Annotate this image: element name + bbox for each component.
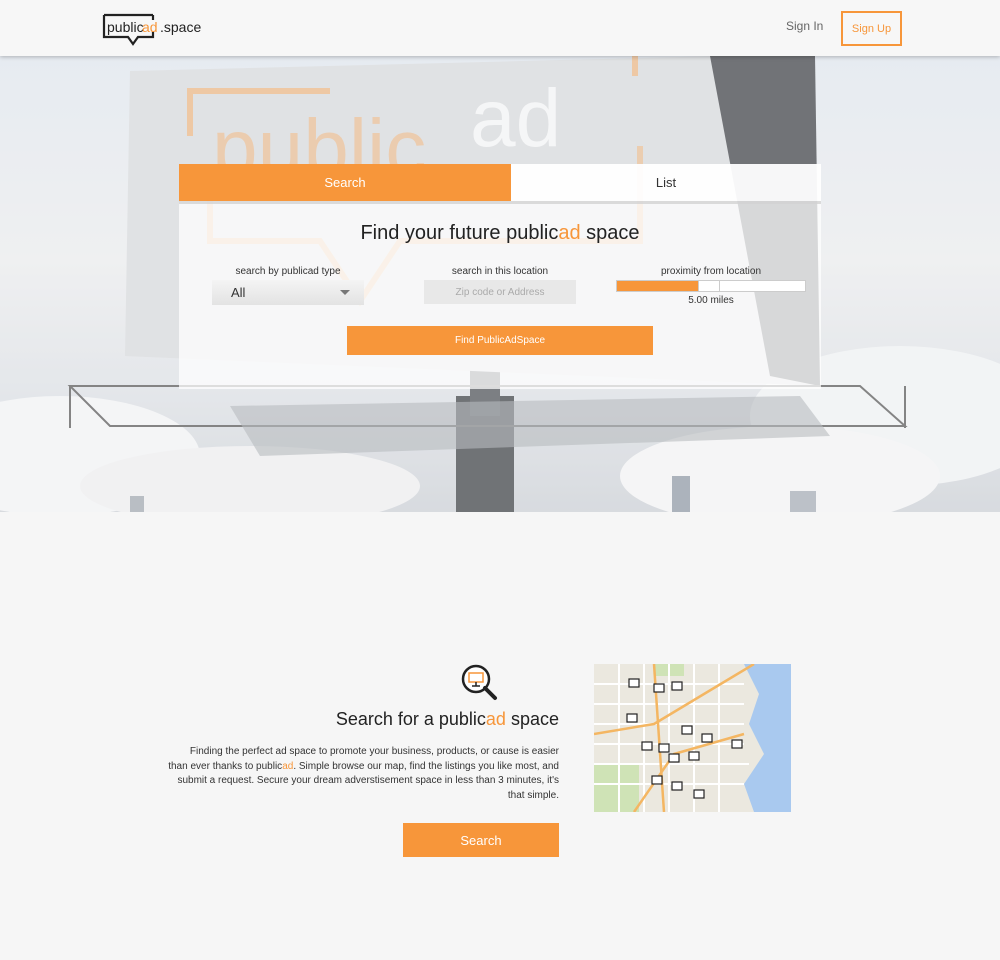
proximity-slider-handle[interactable] bbox=[697, 280, 720, 292]
tab-list[interactable]: List bbox=[511, 164, 821, 201]
logo-text-space: .space bbox=[160, 19, 201, 35]
find-publicadspace-button[interactable]: Find PublicAdSpace bbox=[347, 326, 653, 355]
feature-desc-accent: ad bbox=[282, 760, 294, 772]
feature-search-button[interactable]: Search bbox=[403, 823, 559, 857]
feature-title: Search for a publicad space bbox=[290, 709, 559, 730]
proximity-value: 5.00 miles bbox=[688, 295, 734, 306]
location-input[interactable] bbox=[424, 280, 576, 304]
title-text-end: space bbox=[580, 222, 640, 244]
sign-in-link[interactable]: Sign In bbox=[786, 19, 823, 33]
publicad-logo[interactable]: public ad .space bbox=[102, 13, 206, 47]
logo-text-public: public bbox=[107, 19, 144, 35]
title-accent: ad bbox=[558, 222, 581, 244]
sign-up-button[interactable]: Sign Up bbox=[841, 11, 902, 46]
top-nav: public ad .space Sign In Sign Up bbox=[0, 0, 1000, 56]
feature-title-accent: ad bbox=[485, 709, 506, 729]
type-label: search by publicad type bbox=[235, 266, 341, 277]
location-label: search in this location bbox=[451, 266, 549, 277]
feature-description: Finding the perfect ad space to promote … bbox=[168, 745, 559, 803]
tab-search[interactable]: Search bbox=[179, 164, 511, 201]
feature-title-end: space bbox=[505, 709, 559, 729]
publicad-type-select[interactable]: All bbox=[212, 280, 364, 305]
proximity-slider[interactable] bbox=[616, 280, 806, 292]
search-tabs: Search List bbox=[179, 164, 821, 201]
caret-down-icon bbox=[340, 290, 350, 295]
feature-title-text: Search for a public bbox=[335, 709, 486, 729]
tab-underline bbox=[179, 201, 821, 204]
logo-text-ad: ad bbox=[142, 19, 158, 35]
proximity-label: proximity from location bbox=[660, 266, 762, 277]
type-select-value: All bbox=[231, 285, 246, 300]
title-text: Find your future public bbox=[360, 222, 559, 244]
search-panel: Search List Find your future publicad sp… bbox=[179, 164, 821, 389]
search-panel-title: Find your future publicad space bbox=[179, 222, 821, 245]
map-preview-image[interactable] bbox=[594, 664, 791, 812]
proximity-slider-fill bbox=[617, 281, 698, 291]
magnifier-billboard-icon bbox=[460, 663, 498, 706]
